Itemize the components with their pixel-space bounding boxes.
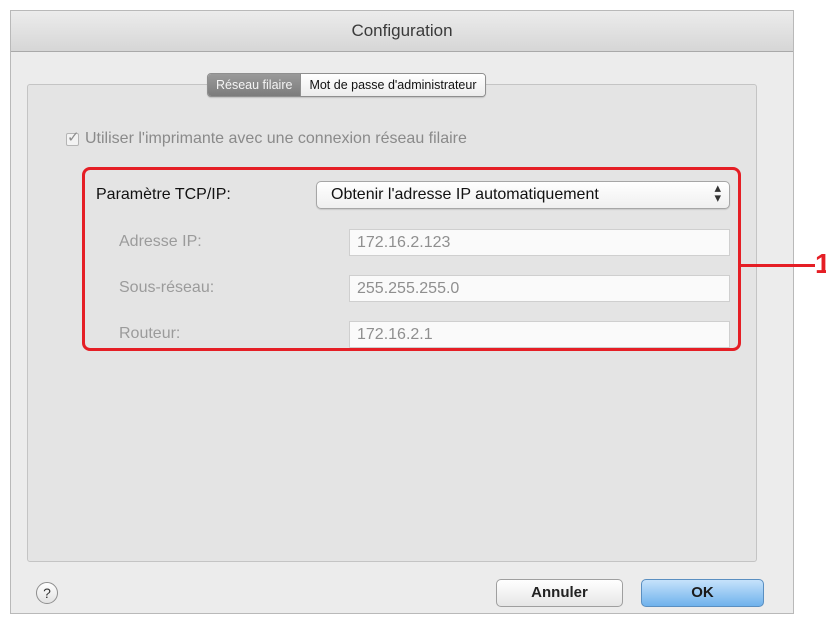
tcpip-setting-select[interactable]: Obtenir l'adresse IP automatiquement ▴ ▾ xyxy=(316,181,730,209)
tab-wired-network[interactable]: Réseau filaire xyxy=(208,74,301,96)
tab-bar: Réseau filaire Mot de passe d'administra… xyxy=(207,73,486,97)
subnet-value: 255.255.255.0 xyxy=(357,280,460,297)
tcpip-setting-label: Paramètre TCP/IP: xyxy=(96,186,231,203)
tcpip-selected-value: Obtenir l'adresse IP automatiquement xyxy=(331,186,599,203)
wired-connection-checkbox[interactable]: ✓ xyxy=(66,128,80,146)
router-label: Routeur: xyxy=(119,325,181,342)
callout-line xyxy=(741,264,815,267)
title-bar[interactable]: Configuration xyxy=(11,11,793,52)
cancel-button[interactable]: Annuler xyxy=(496,579,623,607)
help-button[interactable]: ? xyxy=(36,582,58,604)
subnet-field[interactable]: 255.255.255.0 xyxy=(349,275,730,302)
ip-address-label: Adresse IP: xyxy=(119,233,202,250)
callout-number: 1 xyxy=(815,248,826,279)
subnet-label: Sous-réseau: xyxy=(119,279,215,296)
ip-address-field[interactable]: 172.16.2.123 xyxy=(349,229,730,256)
wired-connection-option: ✓ Utiliser l'imprimante avec une connexi… xyxy=(66,128,467,148)
tab-admin-password[interactable]: Mot de passe d'administrateur xyxy=(300,74,485,96)
wired-connection-label: Utiliser l'imprimante avec une connexion… xyxy=(85,130,467,147)
window-title: Configuration xyxy=(351,21,453,40)
router-field[interactable]: 172.16.2.1 xyxy=(349,321,730,348)
ip-address-value: 172.16.2.123 xyxy=(357,234,451,251)
router-value: 172.16.2.1 xyxy=(357,326,433,343)
checkmark-icon: ✓ xyxy=(67,127,80,146)
ok-button[interactable]: OK xyxy=(641,579,764,607)
updown-arrows-icon: ▴ ▾ xyxy=(714,181,721,206)
